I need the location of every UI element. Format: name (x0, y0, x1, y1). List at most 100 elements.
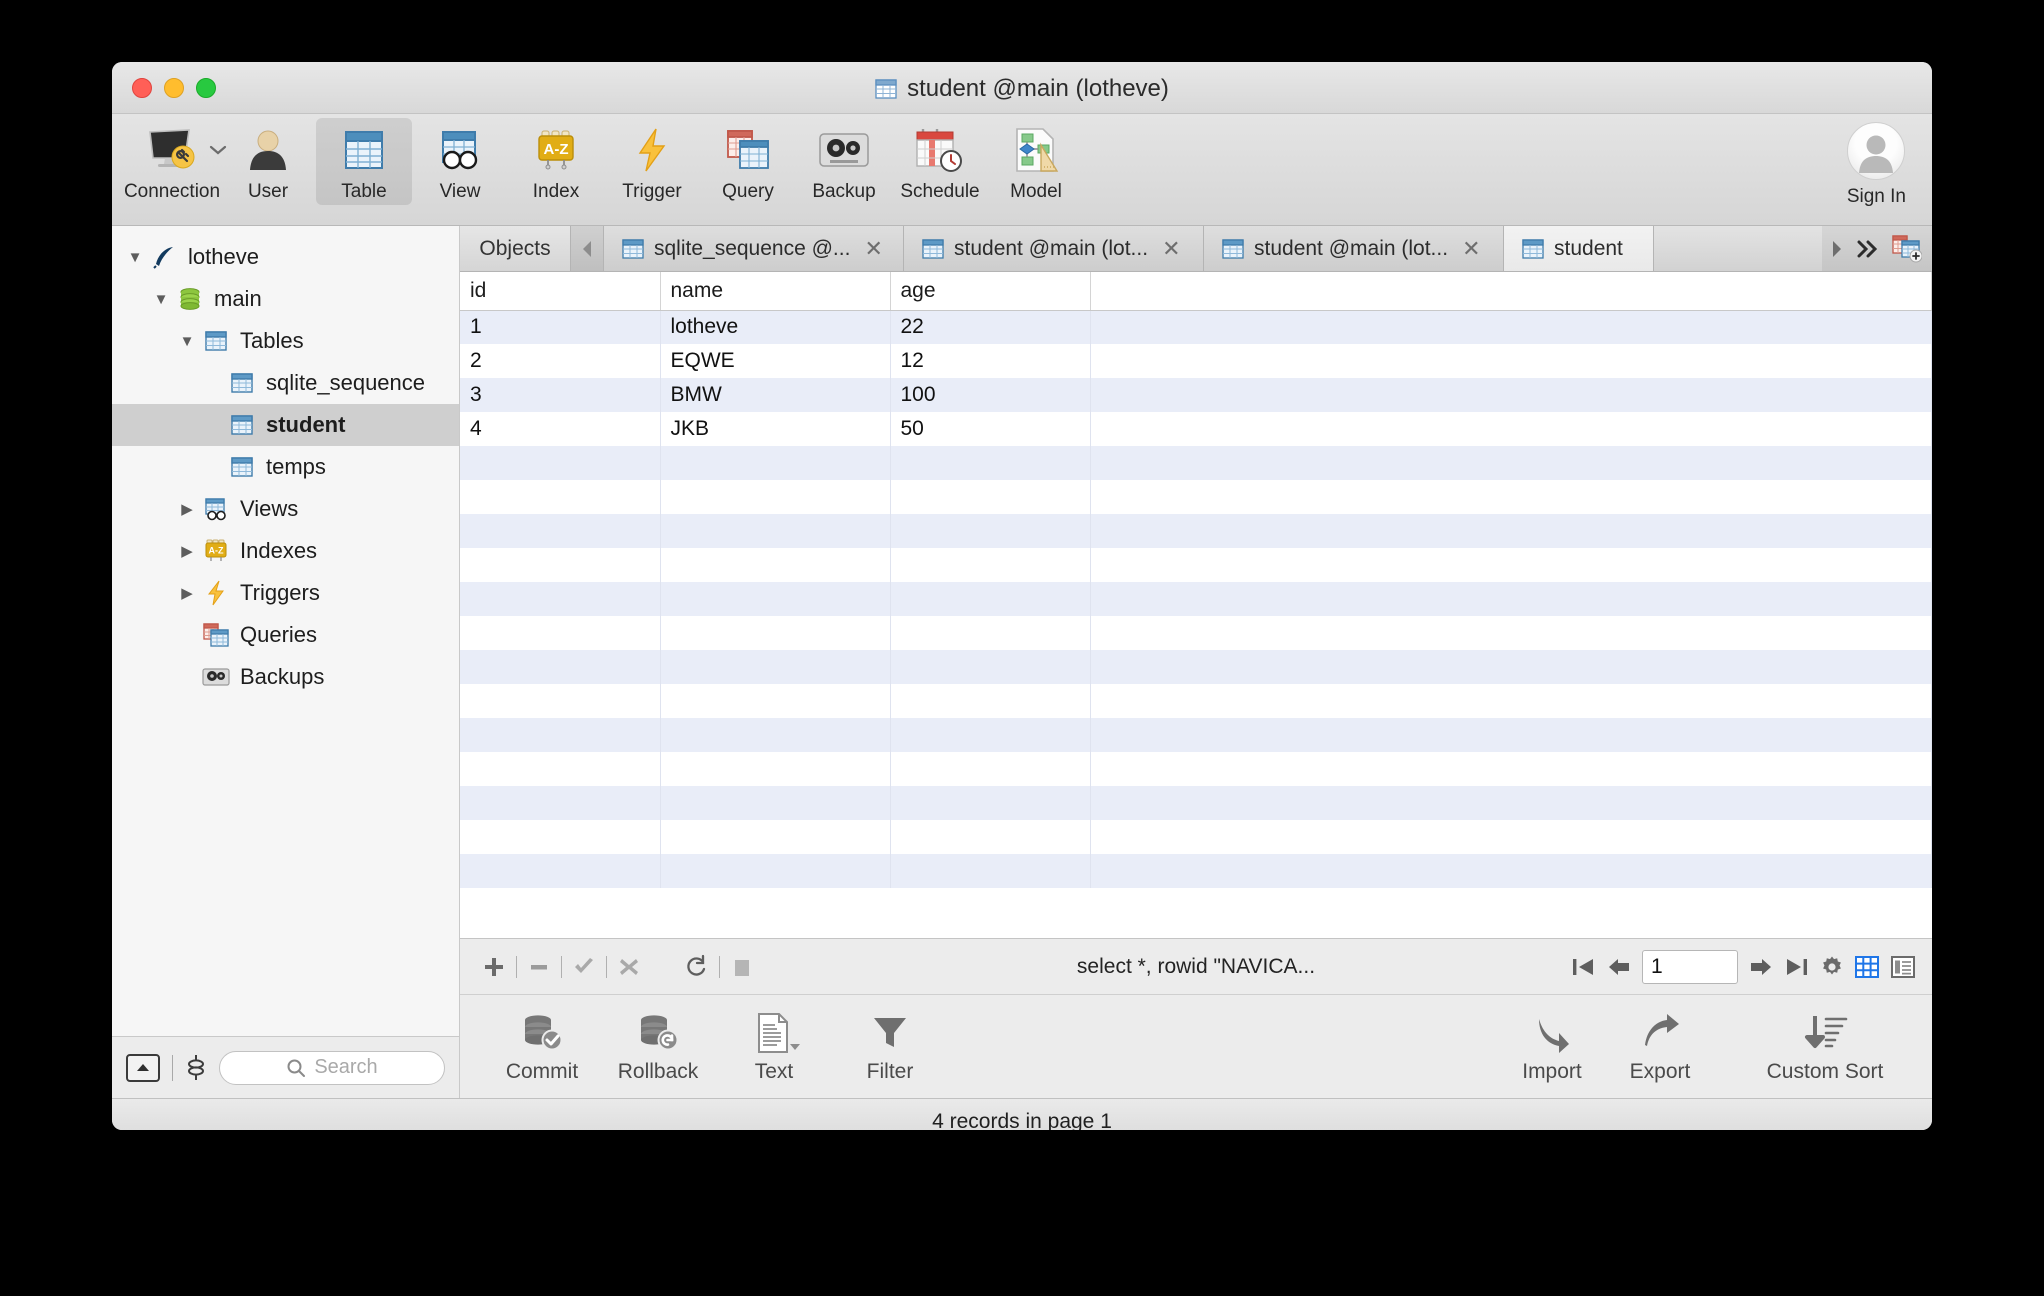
tree-item-temps[interactable]: temps (112, 446, 459, 488)
tree-item-indexes[interactable]: ▶ A-Z Indexes (112, 530, 459, 572)
last-page-icon[interactable] (1784, 956, 1810, 978)
filter-button[interactable]: Filter (836, 1010, 944, 1084)
tab-student-1[interactable]: student @main (lot... ✕ (904, 226, 1204, 271)
tree-item-main[interactable]: ▼ main (112, 278, 459, 320)
stop-icon[interactable] (724, 949, 760, 985)
connection-plug-icon[interactable] (185, 1053, 207, 1083)
twisty-down-icon[interactable]: ▼ (174, 334, 200, 349)
previous-page-icon[interactable] (1606, 956, 1632, 978)
cancel-changes-icon[interactable] (611, 949, 647, 985)
cell-age[interactable]: 50 (890, 412, 1091, 446)
tree-item-lotheve[interactable]: ▼ lotheve (112, 236, 459, 278)
custom-sort-button[interactable]: Custom Sort (1740, 1010, 1910, 1084)
collapse-panel-icon[interactable] (126, 1053, 160, 1082)
toolbar-button-query[interactable]: Query (700, 118, 796, 205)
tab-objects[interactable]: Objects (460, 226, 570, 271)
tree-item-queries[interactable]: Queries (112, 614, 459, 656)
toolbar-button-table[interactable]: Table (316, 118, 412, 205)
tree-item-views[interactable]: ▶ Views (112, 488, 459, 530)
cell-age[interactable]: 12 (890, 344, 1091, 378)
table-row-empty[interactable] (460, 616, 1932, 650)
tree-item-triggers[interactable]: ▶ Triggers (112, 572, 459, 614)
add-record-icon[interactable] (476, 949, 512, 985)
table-row-empty[interactable] (460, 752, 1932, 786)
table-row[interactable]: 3 BMW 100 (460, 378, 1932, 412)
table-row-empty[interactable] (460, 446, 1932, 480)
cell-name[interactable]: lotheve (660, 310, 891, 344)
toolbar-button-user[interactable]: User (220, 118, 316, 205)
tree-item-student[interactable]: student (112, 404, 459, 446)
cell-id[interactable]: 1 (460, 310, 661, 344)
cell-name[interactable]: EQWE (660, 344, 891, 378)
column-header-name[interactable]: name (660, 272, 891, 311)
tab-student-active[interactable]: student (1504, 226, 1654, 271)
form-view-icon[interactable] (1890, 954, 1916, 980)
column-header-id[interactable]: id (460, 272, 661, 311)
tree-item-backups[interactable]: Backups (112, 656, 459, 698)
grid-view-icon[interactable] (1854, 954, 1880, 980)
cell-blank[interactable] (1090, 378, 1932, 412)
twisty-right-icon[interactable]: ▶ (174, 586, 200, 601)
twisty-down-icon[interactable]: ▼ (148, 292, 174, 307)
export-button[interactable]: Export (1606, 1010, 1714, 1084)
scroll-left-arrow-icon[interactable] (570, 226, 604, 271)
twisty-down-icon[interactable]: ▼ (122, 250, 148, 265)
first-page-icon[interactable] (1570, 956, 1596, 978)
table-row-empty[interactable] (460, 718, 1932, 752)
cell-blank[interactable] (1090, 412, 1932, 446)
cell-name[interactable]: BMW (660, 378, 891, 412)
new-table-icon[interactable] (1892, 234, 1922, 263)
toolbar-button-model[interactable]: Model (988, 118, 1084, 205)
toolbar-button-schedule[interactable]: Schedule (892, 118, 988, 205)
cell-name[interactable]: JKB (660, 412, 891, 446)
cell-id[interactable]: 3 (460, 378, 661, 412)
remove-record-icon[interactable] (521, 949, 557, 985)
column-header-age[interactable]: age (890, 272, 1091, 311)
refresh-icon[interactable] (679, 949, 715, 985)
twisty-right-icon[interactable]: ▶ (174, 544, 200, 559)
column-header-blank[interactable] (1090, 272, 1932, 311)
sign-in-button[interactable]: Sign In (1847, 122, 1906, 208)
cell-age[interactable]: 100 (890, 378, 1091, 412)
gear-icon[interactable] (1820, 955, 1844, 979)
table-row-empty[interactable] (460, 582, 1932, 616)
next-page-icon[interactable] (1748, 956, 1774, 978)
toolbar-button-backup[interactable]: Backup (796, 118, 892, 205)
cell-id[interactable]: 2 (460, 344, 661, 378)
table-row[interactable]: 1 lotheve 22 (460, 310, 1932, 344)
toolbar-button-index[interactable]: A-Z Index (508, 118, 604, 205)
table-row[interactable]: 4 JKB 50 (460, 412, 1932, 446)
table-row-empty[interactable] (460, 684, 1932, 718)
search-input[interactable]: Search (219, 1050, 445, 1085)
tree-item-sqlite_sequence[interactable]: sqlite_sequence (112, 362, 459, 404)
table-row-empty[interactable] (460, 480, 1932, 514)
cell-id[interactable]: 4 (460, 412, 661, 446)
cell-age[interactable]: 22 (890, 310, 1091, 344)
table-row-empty[interactable] (460, 786, 1932, 820)
close-icon[interactable]: ✕ (1162, 236, 1180, 262)
toolbar-button-view[interactable]: View (412, 118, 508, 205)
data-grid[interactable]: id name age 1 lotheve 22 2 EQWE 12 3 BMW… (460, 272, 1932, 938)
toolbar-button-connection[interactable]: Connection (124, 118, 227, 205)
close-icon[interactable]: ✕ (864, 236, 882, 262)
tab-student-2[interactable]: student @main (lot... ✕ (1204, 226, 1504, 271)
twisty-right-icon[interactable]: ▶ (174, 502, 200, 517)
table-row-empty[interactable] (460, 854, 1932, 888)
import-button[interactable]: Import (1498, 1010, 1606, 1084)
text-button[interactable]: Text (720, 1010, 828, 1084)
cell-blank[interactable] (1090, 310, 1932, 344)
table-row-empty[interactable] (460, 514, 1932, 548)
apply-changes-icon[interactable] (566, 949, 602, 985)
tab-sqlite-sequence[interactable]: sqlite_sequence @... ✕ (604, 226, 904, 271)
page-number-input[interactable]: 1 (1642, 949, 1738, 984)
table-row-empty[interactable] (460, 820, 1932, 854)
chevron-down-icon[interactable] (789, 1043, 801, 1052)
tree-item-tables[interactable]: ▼ Tables (112, 320, 459, 362)
close-icon[interactable]: ✕ (1462, 236, 1480, 262)
table-row-empty[interactable] (460, 650, 1932, 684)
table-row[interactable]: 2 EQWE 12 (460, 344, 1932, 378)
cell-blank[interactable] (1090, 344, 1932, 378)
toolbar-button-trigger[interactable]: Trigger (604, 118, 700, 205)
rollback-button[interactable]: Rollback (604, 1010, 712, 1084)
scroll-right-arrow-icon[interactable] (1830, 239, 1844, 259)
